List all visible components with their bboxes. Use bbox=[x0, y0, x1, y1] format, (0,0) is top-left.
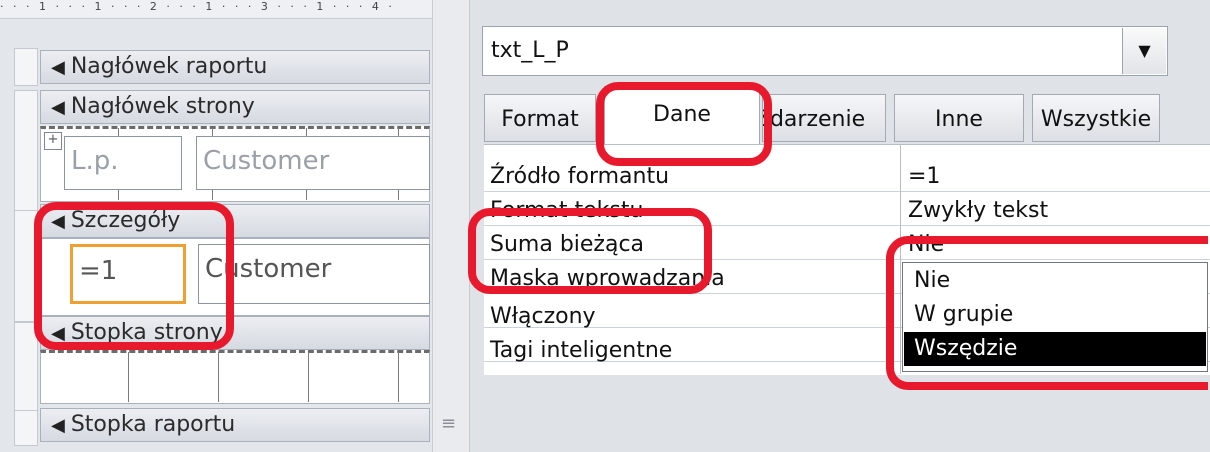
grid-line bbox=[398, 352, 399, 402]
control-selector-combo[interactable]: txt_L_P bbox=[482, 26, 1168, 76]
section-expand-icon: ◀ bbox=[51, 57, 65, 78]
section-label: Stopka raportu bbox=[70, 412, 236, 437]
section-selector[interactable] bbox=[14, 410, 38, 446]
section-selector[interactable] bbox=[14, 322, 38, 414]
tab-format[interactable]: Format bbox=[484, 94, 596, 142]
section-expand-icon: ◀ bbox=[51, 415, 65, 436]
section-page-header[interactable]: ◀ Nagłówek strony bbox=[40, 90, 430, 124]
property-name: Włączony bbox=[490, 304, 596, 329]
section-report-footer[interactable]: ◀ Stopka raportu bbox=[40, 408, 430, 442]
annotation-highlight bbox=[886, 236, 1208, 390]
tab-zdarzenie[interactable]: Zdarzenie bbox=[762, 94, 886, 142]
grid-line bbox=[128, 352, 129, 402]
property-name: Tagi inteligentne bbox=[490, 338, 673, 363]
annotation-highlight bbox=[468, 208, 712, 294]
grid-line bbox=[308, 352, 309, 402]
move-handle-icon[interactable]: + bbox=[44, 132, 62, 150]
tab-wszystkie[interactable]: Wszystkie bbox=[1032, 94, 1160, 142]
section-selector[interactable] bbox=[14, 90, 38, 212]
property-value[interactable]: Zwykły tekst bbox=[908, 198, 1048, 223]
property-name: Źródło formantu bbox=[490, 164, 670, 189]
tab-label: Zdarzenie bbox=[762, 107, 866, 132]
section-label: Nagłówek raportu bbox=[70, 54, 268, 79]
annotation-highlight bbox=[34, 202, 234, 350]
label-lp[interactable]: L.p. bbox=[64, 136, 182, 190]
section-expand-icon: ◀ bbox=[51, 97, 65, 118]
pane-splitter[interactable] bbox=[432, 0, 470, 452]
splitter-grip-icon[interactable]: ≡ bbox=[441, 413, 456, 434]
section-label: Nagłówek strony bbox=[70, 94, 255, 119]
property-value[interactable]: =1 bbox=[908, 164, 940, 189]
section-report-header[interactable]: ◀ Nagłówek raportu bbox=[40, 50, 430, 84]
label-customer[interactable]: Customer bbox=[196, 136, 430, 190]
grid-line bbox=[218, 352, 219, 402]
dropdown-arrow-icon[interactable]: ▼ bbox=[1122, 28, 1166, 74]
page-footer-band bbox=[40, 350, 430, 404]
annotation-highlight bbox=[596, 82, 772, 166]
section-selector[interactable] bbox=[14, 48, 38, 86]
tab-inne[interactable]: Inne bbox=[894, 94, 1024, 142]
horizontal-ruler: · · · 1 · · · 1 · · · 2 · · · 1 · · · 3 … bbox=[0, 0, 440, 19]
